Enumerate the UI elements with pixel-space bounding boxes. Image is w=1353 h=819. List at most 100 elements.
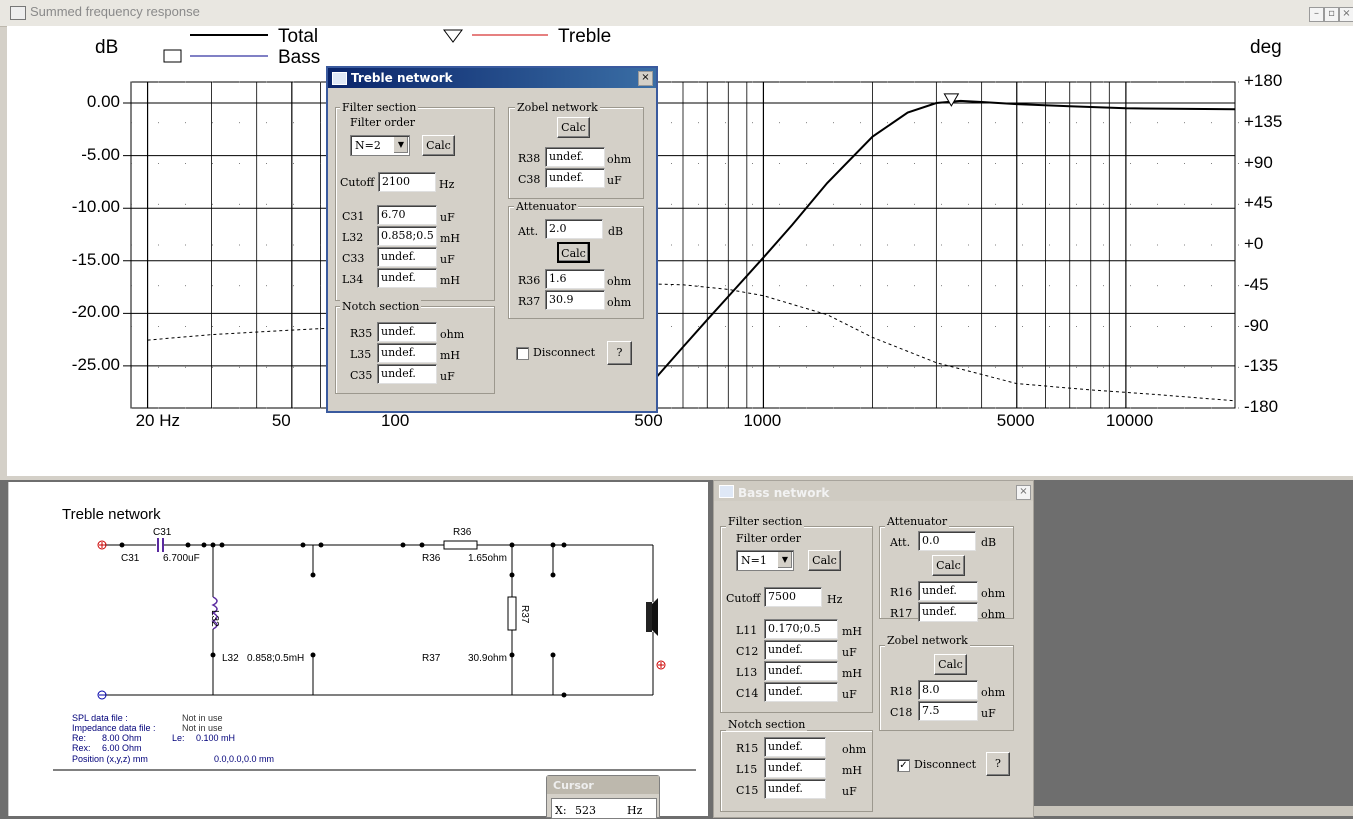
bass-attenuator-section-label: Attenuator	[885, 515, 950, 528]
response-chart[interactable]	[0, 0, 1353, 480]
bass-c14-field[interactable]: undef.	[764, 682, 838, 702]
treble-l35-field[interactable]: undef.	[377, 343, 437, 363]
chevron-down-icon[interactable]: ▼	[777, 552, 792, 568]
bass-c15-field[interactable]: undef.	[764, 779, 826, 799]
treble-zobel-calc-button[interactable]: Calc	[557, 117, 590, 138]
treble-att-unit: dB	[608, 225, 624, 238]
phase-tick-label: +135	[1244, 111, 1283, 131]
total-response-curve	[653, 99, 1236, 381]
legend-treble-triangle	[443, 29, 463, 43]
r37-resistor	[507, 596, 517, 631]
cursor-x-label: X:	[555, 804, 567, 817]
treble-l35-unit: mH	[440, 349, 461, 362]
l32-label: L32	[222, 653, 239, 664]
treble-att-field[interactable]: 2.0	[545, 219, 603, 239]
bass-c14-unit: uF	[842, 688, 857, 701]
treble-c33-field[interactable]: undef.	[377, 247, 437, 267]
bass-dialog-close-icon[interactable]: ×	[1016, 485, 1031, 500]
treble-c35-label: C35	[350, 369, 373, 382]
bass-cutoff-unit: Hz	[827, 593, 843, 606]
chevron-down-icon[interactable]: ▼	[393, 137, 408, 153]
phase-tick-label: +180	[1244, 71, 1283, 90]
treble-r35-label: R35	[350, 327, 373, 340]
bass-att-calc-button[interactable]: Calc	[932, 555, 965, 576]
c31-value: 6.700uF	[163, 553, 200, 564]
bass-r17-field[interactable]: undef.	[918, 602, 978, 622]
re-value: 8.00 Ohm	[102, 733, 142, 743]
bass-disconnect-checkbox[interactable]: ✓	[897, 759, 910, 772]
bass-att-label: Att.	[890, 536, 911, 549]
treble-c33-label: C33	[342, 252, 365, 265]
rex-value: 6.00 Ohm	[102, 743, 142, 753]
cursor-titlebar[interactable]: Cursor	[547, 776, 659, 794]
cursor-x-unit: Hz	[627, 804, 643, 817]
bass-att-field[interactable]: 0.0	[918, 531, 976, 551]
treble-c35-field[interactable]: undef.	[377, 364, 437, 384]
treble-cutoff-label: Cutoff	[340, 176, 375, 189]
x-tick-label: 1000	[743, 411, 782, 430]
treble-c31-unit: uF	[440, 211, 455, 224]
bass-c15-unit: uF	[842, 785, 857, 798]
bass-cutoff-field[interactable]: 7500	[764, 587, 822, 607]
bass-filter-order-label: Filter order	[736, 532, 802, 545]
bass-zobel-calc-button[interactable]: Calc	[934, 654, 967, 675]
bass-l15-field[interactable]: undef.	[764, 758, 826, 778]
r37-side-label: R37	[519, 605, 530, 624]
bass-l13-label: L13	[736, 666, 758, 679]
schematic-title: Treble network	[62, 506, 161, 523]
bass-l13-field[interactable]: undef.	[764, 661, 838, 681]
bass-c12-field[interactable]: undef.	[764, 640, 838, 660]
treble-r38-unit: ohm	[607, 153, 632, 166]
treble-c35-unit: uF	[440, 370, 455, 383]
treble-help-button[interactable]: ?	[607, 341, 632, 365]
background-status-bar	[1034, 806, 1353, 816]
bass-c14-label: C14	[736, 687, 759, 700]
bass-dialog-titlebar[interactable]: Bass network ×	[714, 481, 1033, 501]
treble-schematic[interactable]	[8, 482, 708, 816]
treble-marker-triangle	[943, 93, 960, 107]
bass-r15-field[interactable]: undef.	[764, 737, 826, 757]
bass-r18-field[interactable]: 8.0	[918, 680, 978, 700]
bass-help-button[interactable]: ?	[986, 752, 1010, 776]
r36-value: 1.65ohm	[468, 553, 507, 564]
phase-tick-label: +0	[1244, 234, 1264, 253]
bass-l11-field[interactable]: 0.170;0.5	[764, 619, 838, 639]
treble-dialog-close-icon[interactable]: ×	[638, 71, 653, 86]
spl-value: Not in use	[182, 713, 223, 723]
treble-r36-field[interactable]: 1.6	[545, 269, 605, 289]
bass-l15-unit: mH	[842, 764, 863, 777]
bass-filter-calc-button[interactable]: Calc	[808, 550, 841, 571]
treble-disconnect-checkbox[interactable]	[516, 347, 529, 360]
treble-r35-field[interactable]: undef.	[377, 322, 437, 342]
treble-l32-field[interactable]: 0.858;0.5	[377, 226, 437, 246]
y-tick-label: -20.00	[71, 302, 120, 322]
impedance-value: Not in use	[182, 723, 223, 733]
bass-filter-order-select[interactable]: N=1 ▼	[736, 550, 794, 571]
r36-label: R36	[422, 553, 441, 564]
phase-tick-label: -90	[1244, 315, 1269, 335]
bass-c18-field[interactable]: 7.5	[918, 701, 978, 721]
bass-l11-unit: mH	[842, 625, 863, 638]
treble-r37-field[interactable]: 30.9	[545, 290, 605, 310]
r36-top-label: R36	[453, 527, 472, 538]
position-label: Position (x,y,z) mm	[72, 754, 148, 764]
bass-r15-unit: ohm	[842, 743, 867, 756]
bass-r16-field[interactable]: undef.	[918, 581, 978, 601]
treble-cutoff-field[interactable]: 2100	[378, 172, 436, 192]
treble-dialog-titlebar[interactable]: Treble network ×	[328, 68, 656, 88]
treble-c38-field[interactable]: undef.	[545, 168, 605, 188]
treble-filter-order-select[interactable]: N=2 ▼	[350, 135, 410, 156]
treble-c31-field[interactable]: 6.70	[377, 205, 437, 225]
dialog-icon	[719, 485, 734, 498]
treble-r38-field[interactable]: undef.	[545, 147, 605, 167]
treble-cutoff-unit: Hz	[439, 178, 455, 191]
phase-curve	[147, 282, 1236, 402]
treble-l34-field[interactable]: undef.	[377, 268, 437, 288]
y-tick-label: -10.00	[71, 197, 120, 217]
position-value: 0.0,0.0,0.0 mm	[214, 754, 275, 764]
treble-l34-unit: mH	[440, 274, 461, 287]
treble-filter-calc-button[interactable]: Calc	[422, 135, 455, 156]
treble-r37-label: R37	[518, 295, 541, 308]
treble-att-calc-button[interactable]: Calc	[557, 242, 590, 263]
bass-c18-label: C18	[890, 706, 913, 719]
